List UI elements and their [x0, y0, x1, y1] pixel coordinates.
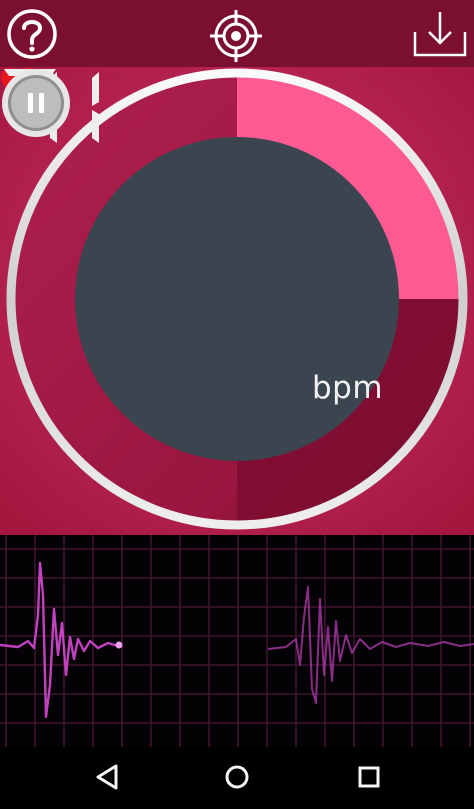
top-toolbar	[0, 0, 474, 67]
crosshair-target-icon[interactable]	[209, 9, 263, 63]
system-navigation-bar	[0, 747, 474, 809]
pause-button[interactable]	[0, 67, 72, 139]
back-triangle-icon[interactable]	[88, 759, 128, 795]
recents-square-icon[interactable]	[349, 759, 389, 795]
bpm-unit-label: bpm	[312, 370, 384, 406]
home-circle-icon[interactable]	[217, 759, 257, 795]
gauge-inner-circle	[75, 137, 399, 461]
heart-rate-screen: 71 bpm	[0, 0, 474, 809]
heartbeat-waveform-graph	[0, 535, 474, 747]
download-tray-icon[interactable]	[412, 10, 468, 58]
heart-rate-gauge-panel: 71 bpm	[0, 67, 474, 535]
question-mark-circle-icon[interactable]	[6, 8, 58, 60]
